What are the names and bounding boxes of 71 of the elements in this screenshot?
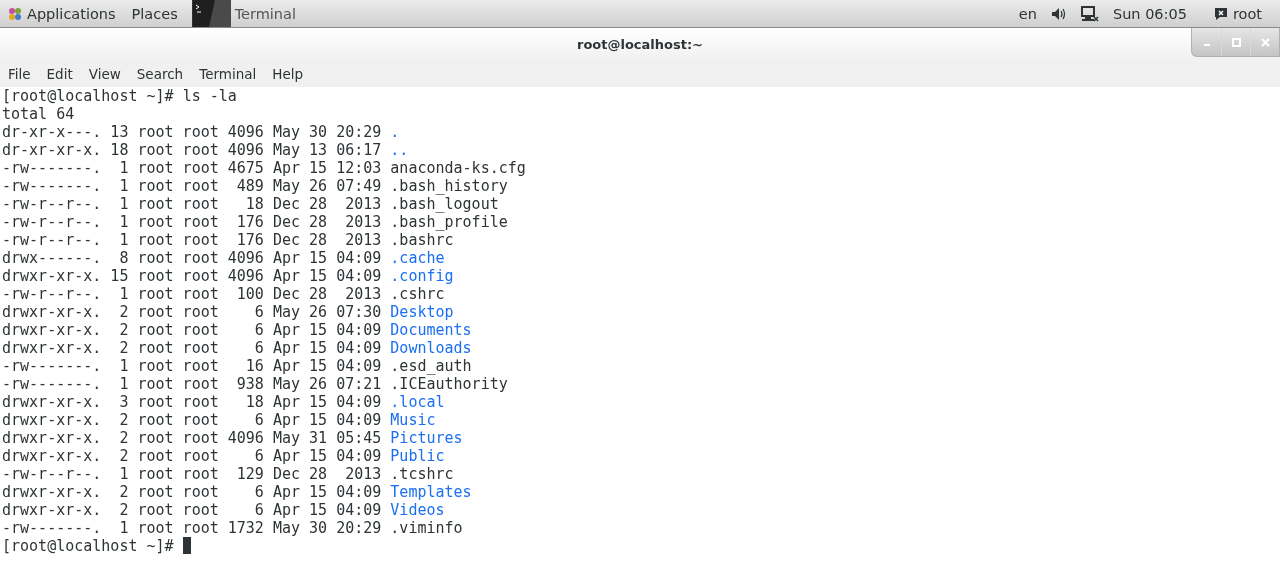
cursor (182, 537, 191, 554)
file-details: -rw-------. 1 root root 489 May 26 07:49 (2, 177, 382, 195)
close-icon (1260, 37, 1270, 47)
maximize-icon (1231, 37, 1241, 47)
file-name: .bash_profile (390, 213, 508, 231)
file-details: -rw-r--r--. 1 root root 129 Dec 28 2013 (2, 465, 382, 483)
command: ls -la (182, 87, 237, 105)
directory-name: Downloads (390, 339, 472, 357)
file-details: -rw-r--r--. 1 root root 176 Dec 28 2013 (2, 213, 382, 231)
prompt: [root@localhost ~]# (2, 537, 174, 555)
menu-item[interactable]: Help (264, 66, 312, 82)
clock[interactable]: Sun 06:05 (1112, 5, 1187, 22)
file-details: drwxr-xr-x. 2 root root 6 Apr 15 04:09 (2, 321, 382, 339)
file-details: -rw-------. 1 root root 1732 May 30 20:29 (2, 519, 382, 537)
taskbar-button[interactable]: Terminal (191, 0, 304, 27)
file-name: .tcshrc (390, 465, 454, 483)
menu-item[interactable]: Terminal (191, 66, 265, 82)
volume-icon[interactable] (1050, 6, 1067, 21)
menu-item[interactable]: View (80, 66, 129, 82)
file-details: drwxr-xr-x. 2 root root 6 May 26 07:30 (2, 303, 382, 321)
file-details: drwxr-xr-x. 2 root root 4096 May 31 05:45 (2, 429, 382, 447)
file-name: .bash_history (390, 177, 508, 195)
file-details: -rw-------. 1 root root 938 May 26 07:21 (2, 375, 382, 393)
flower-icon (8, 6, 22, 21)
menu-item[interactable]: Search (128, 66, 192, 82)
directory-name: Music (390, 411, 436, 429)
terminal-thumbnail-icon (192, 0, 231, 27)
file-name: .bashrc (390, 231, 454, 249)
file-name: .ICEauthority (390, 375, 508, 393)
directory-name: .. (390, 141, 409, 159)
file-details: -rw-------. 1 root root 4675 Apr 15 12:03 (2, 159, 382, 177)
file-details: dr-xr-x---. 13 root root 4096 May 30 20:29 (2, 123, 382, 141)
file-details: drwxr-xr-x. 3 root root 18 Apr 15 04:09 (2, 393, 382, 411)
directory-name: Desktop (390, 303, 454, 321)
file-details: dr-xr-xr-x. 18 root root 4096 May 13 06:17 (2, 141, 382, 159)
output-line: total 64 (2, 105, 75, 123)
file-details: -rw-------. 1 root root 16 Apr 15 04:09 (2, 357, 382, 375)
panel-menu[interactable]: Places (123, 0, 186, 27)
panel-menu[interactable]: Applications (0, 0, 124, 27)
directory-name: Templates (390, 483, 472, 501)
file-details: drwxr-xr-x. 2 root root 6 Apr 15 04:09 (2, 411, 382, 429)
file-details: drwxr-xr-x. 2 root root 6 Apr 15 04:09 (2, 483, 382, 501)
file-details: drwxr-xr-x. 2 root root 6 Apr 15 04:09 (2, 447, 382, 465)
window-title: root@localhost:~ (576, 37, 703, 52)
file-details: drwxr-xr-x. 15 root root 4096 Apr 15 04:09 (2, 267, 382, 285)
directory-name: . (390, 123, 400, 141)
file-details: drwxr-xr-x. 2 root root 6 Apr 15 04:09 (2, 339, 382, 357)
file-name: .bash_logout (390, 195, 499, 213)
directory-name: Documents (390, 321, 472, 339)
directory-name: Videos (390, 501, 445, 519)
directory-name: .cache (390, 249, 445, 267)
prompt: [root@localhost ~]# (2, 87, 174, 105)
directory-name: Public (390, 447, 445, 465)
file-name: .esd_auth (390, 357, 472, 375)
menu-item[interactable]: Edit (38, 66, 81, 82)
file-details: -rw-r--r--. 1 root root 100 Dec 28 2013 (2, 285, 382, 303)
user-menu[interactable]: root (1232, 5, 1262, 22)
language-indicator[interactable]: en (1018, 5, 1037, 22)
menu-item[interactable]: File (0, 66, 39, 82)
file-details: -rw-r--r--. 1 root root 18 Dec 28 2013 (2, 195, 382, 213)
file-name: anaconda-ks.cfg (390, 159, 526, 177)
directory-name: .local (390, 393, 445, 411)
network-icon[interactable] (1080, 5, 1099, 22)
file-details: drwxr-xr-x. 2 root root 6 Apr 15 04:09 (2, 501, 382, 519)
chat-bubble-icon (1212, 6, 1229, 21)
directory-name: .config (390, 267, 454, 285)
file-name: .cshrc (390, 285, 445, 303)
directory-name: Pictures (390, 429, 463, 447)
file-details: -rw-r--r--. 1 root root 176 Dec 28 2013 (2, 231, 382, 249)
file-name: .viminfo (390, 519, 463, 537)
file-details: drwx------. 8 root root 4096 Apr 15 04:09 (2, 249, 382, 267)
